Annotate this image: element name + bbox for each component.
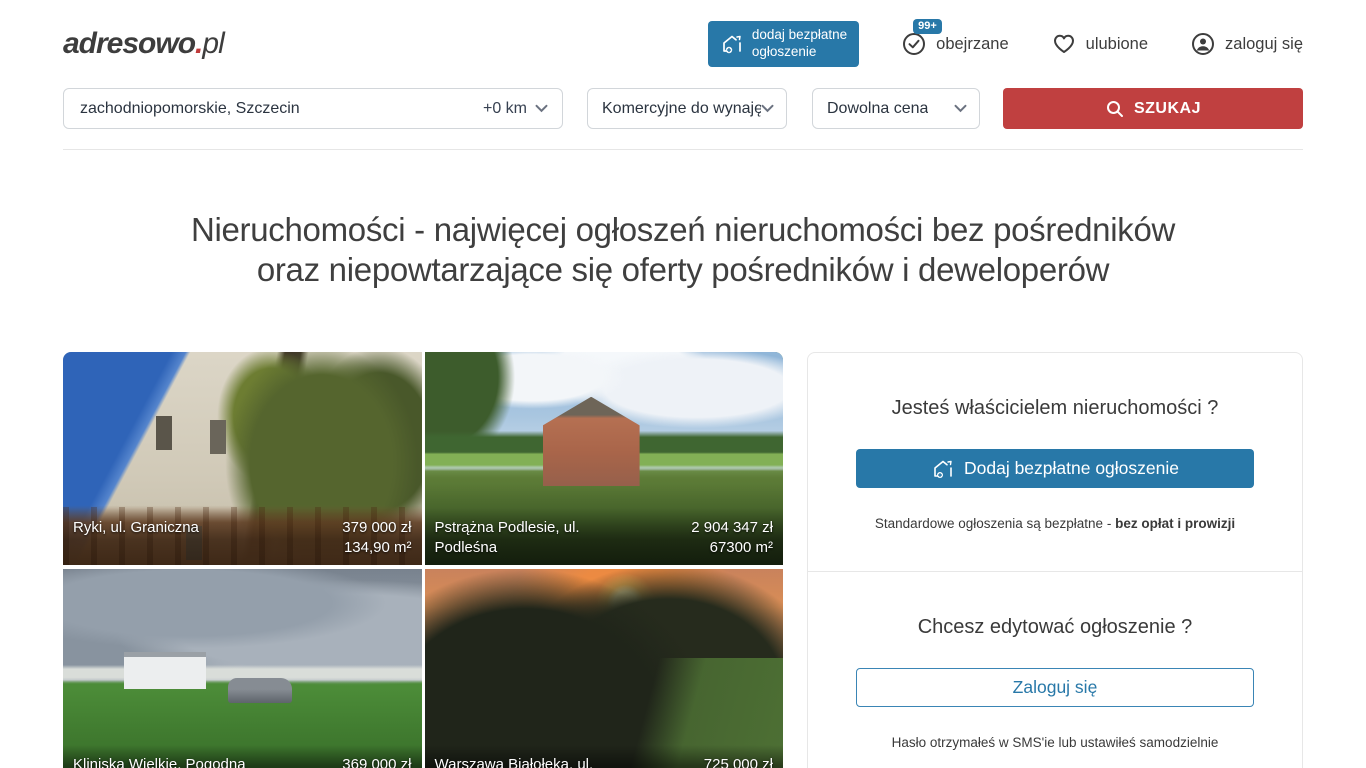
login-button[interactable]: Zaloguj się: [856, 668, 1254, 707]
listing-overlay: Ryki, ul. Graniczna 379 000 zł 134,90 m²: [63, 508, 422, 565]
chevron-down-icon: [954, 104, 967, 113]
logo-name: adresowo: [63, 27, 195, 60]
radius-value: +0 km: [483, 100, 527, 118]
nav-item-favorites[interactable]: ulubione: [1051, 31, 1148, 57]
location-input[interactable]: zachodniopomorskie, Szczecin +0 km: [63, 88, 563, 129]
listing-price-area: 379 000 zł 134,90 m²: [342, 518, 411, 558]
owner-section: Jesteś właścicielem nieruchomości ? Doda…: [808, 353, 1302, 571]
nav-item-label: ulubione: [1086, 35, 1148, 54]
listing-photo: [425, 569, 784, 768]
listing-area: 134,90 m²: [342, 538, 411, 558]
owner-section-title: Jesteś właścicielem nieruchomości ?: [856, 397, 1254, 420]
listing-card[interactable]: Ryki, ul. Graniczna 379 000 zł 134,90 m²: [63, 352, 422, 565]
edit-section-note: Hasło otrzymałeś w SMS'ie lub ustawiłeś …: [856, 735, 1254, 750]
edit-section-title: Chcesz edytować ogłoszenie ?: [856, 616, 1254, 639]
chevron-down-icon: [761, 104, 774, 113]
add-listing-button[interactable]: dodaj bezpłatne ogłoszenie: [708, 21, 859, 67]
listing-location: Warszawa Białołęka, ul.: [435, 755, 594, 768]
add-free-listing-button[interactable]: Dodaj bezpłatne ogłoszenie: [856, 449, 1254, 488]
listing-photo: [63, 569, 422, 768]
price-value: Dowolna cena: [827, 100, 928, 118]
nav-item-label: zaloguj się: [1225, 35, 1303, 54]
search-button[interactable]: SZUKAJ: [1003, 88, 1303, 129]
search-section: zachodniopomorskie, Szczecin +0 km Komer…: [63, 88, 1303, 150]
listing-price: 369 000 zł: [342, 755, 411, 768]
heart-icon: [1051, 31, 1077, 57]
listing-location: Ryki, ul. Graniczna: [73, 518, 199, 538]
radius-select[interactable]: +0 km: [483, 100, 562, 118]
listing-price: 2 904 347 zł: [691, 518, 773, 538]
price-select[interactable]: Dowolna cena: [812, 88, 980, 129]
listing-price-area: 2 904 347 zł 67300 m²: [691, 518, 773, 558]
nav-item-viewed[interactable]: 99+ obejrzane: [901, 31, 1008, 57]
listing-price: 725 000 zł: [704, 755, 773, 768]
house-plus-icon: [931, 457, 955, 481]
category-select[interactable]: Komercyjne do wynaję: [587, 88, 787, 129]
chevron-down-icon: [535, 104, 548, 113]
add-free-listing-label: Dodaj bezpłatne ogłoszenie: [964, 458, 1179, 479]
login-button-label: Zaloguj się: [1013, 677, 1098, 698]
listing-area: 67300 m²: [691, 538, 773, 558]
edit-section: Chcesz edytować ogłoszenie ? Zaloguj się…: [808, 571, 1302, 768]
search-icon: [1105, 99, 1125, 119]
site-header: adresowo.pl dodaj bezpłatne ogłoszenie: [63, 0, 1303, 88]
nav-item-label: obejrzane: [936, 35, 1008, 54]
header-nav: dodaj bezpłatne ogłoszenie 99+ obejrzane: [708, 21, 1303, 67]
listing-overlay: Warszawa Białołęka, ul. 725 000 zł: [425, 745, 784, 768]
page-title: Nieruchomości - najwięcej ogłoszeń nieru…: [0, 210, 1366, 290]
logo-tld: pl: [202, 27, 223, 60]
listing-location: Pstrążna Podlesie, ul. Podleśna: [435, 518, 631, 558]
search-button-label: SZUKAJ: [1134, 100, 1201, 118]
category-value: Komercyjne do wynaję: [602, 100, 761, 118]
listing-overlay: Pstrążna Podlesie, ul. Podleśna 2 904 34…: [425, 508, 784, 565]
listing-price-area: 369 000 zł: [342, 755, 411, 768]
viewed-count-badge: 99+: [913, 19, 942, 34]
listing-card[interactable]: Kliniska Wielkie, Pogodna 369 000 zł: [63, 569, 422, 768]
listings-grid: Ryki, ul. Graniczna 379 000 zł 134,90 m²…: [63, 352, 783, 768]
owner-section-note: Standardowe ogłoszenia są bezpłatne - be…: [856, 516, 1254, 531]
user-circle-icon: [1190, 31, 1216, 57]
site-logo[interactable]: adresowo.pl: [63, 27, 224, 61]
sidebar-panel: Jesteś właścicielem nieruchomości ? Doda…: [807, 352, 1303, 768]
listing-card[interactable]: Warszawa Białołęka, ul. 725 000 zł: [425, 569, 784, 768]
listing-overlay: Kliniska Wielkie, Pogodna 369 000 zł: [63, 745, 422, 768]
location-value[interactable]: zachodniopomorskie, Szczecin: [64, 100, 483, 118]
listing-price: 379 000 zł: [342, 518, 411, 538]
check-circle-icon: [901, 31, 927, 57]
listing-location: Kliniska Wielkie, Pogodna: [73, 755, 246, 768]
listing-card[interactable]: Pstrążna Podlesie, ul. Podleśna 2 904 34…: [425, 352, 784, 565]
listing-price-area: 725 000 zł: [704, 755, 773, 768]
house-plus-icon: [720, 32, 744, 56]
nav-item-login[interactable]: zaloguj się: [1190, 31, 1303, 57]
hero: Nieruchomości - najwięcej ogłoszeń nieru…: [0, 210, 1366, 290]
add-listing-label: dodaj bezpłatne ogłoszenie: [752, 27, 847, 61]
